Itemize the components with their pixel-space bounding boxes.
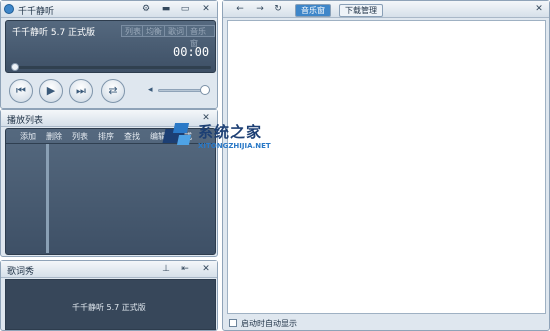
menu-add[interactable]: 添加 — [20, 131, 36, 142]
back-icon[interactable]: ← — [233, 3, 247, 15]
watermark-emblem-icon — [162, 121, 192, 147]
lyrics-close-button[interactable]: ✕ — [199, 263, 213, 275]
watermark-main-text: 系统之家 — [198, 123, 263, 141]
playlist-divider — [46, 144, 49, 253]
forward-icon[interactable]: → — [253, 3, 267, 15]
music-window-toolbar: ← → ↻ 音乐窗 下载管理 ✕ — [223, 1, 549, 18]
playlist-title: 播放列表 — [7, 116, 44, 126]
play-button[interactable]: ▶ — [39, 79, 63, 103]
menu-find[interactable]: 查找 — [124, 131, 140, 142]
equalizer-toggle-button[interactable]: 均衡 — [142, 25, 166, 37]
progress-track[interactable] — [11, 66, 211, 69]
volume-icon: ◂ — [148, 85, 153, 95]
app-logo-icon — [4, 4, 14, 14]
next-button[interactable]: ⏭ — [69, 79, 93, 103]
refresh-icon[interactable]: ↻ — [271, 3, 285, 15]
lyrics-text: 千千静听 5.7 正式版 — [72, 303, 146, 312]
menu-delete[interactable]: 删除 — [46, 131, 62, 142]
lyrics-title: 歌词秀 — [7, 267, 35, 277]
menu-list[interactable]: 列表 — [72, 131, 88, 142]
watermark-sub-text: XITONGZHIJIA.NET — [198, 142, 271, 150]
lyrics-options-icon[interactable]: ⊥ — [159, 263, 173, 275]
display-panel: 千千静听 5.7 正式版 列表 均衡 歌词 音乐窗 00:00 — [5, 20, 216, 73]
previous-button[interactable]: ⏮ — [9, 79, 33, 103]
lyrics-toggle-button[interactable]: 歌词 — [164, 25, 188, 37]
player-title: 千千静听 — [18, 7, 55, 17]
close-button[interactable]: ✕ — [199, 3, 213, 15]
volume-knob[interactable] — [200, 85, 210, 95]
web-content-area[interactable] — [227, 20, 546, 314]
watermark-logo: 系统之家 XITONGZHIJIA.NET — [160, 117, 300, 157]
lyrics-pin-icon[interactable]: ⇤ — [178, 263, 192, 275]
lyrics-window: 歌词秀 ⊥ ⇤ ✕ 千千静听 5.7 正式版 — [0, 260, 218, 331]
repeat-mode-button[interactable]: ⇄ — [101, 79, 125, 103]
music-window-toggle-button[interactable]: 音乐窗 — [186, 25, 215, 48]
music-window: ← → ↻ 音乐窗 下载管理 ✕ 启动时自动显示 — [222, 0, 550, 331]
autostart-checkbox[interactable] — [229, 319, 237, 327]
maximize-button[interactable]: ▭ — [178, 3, 192, 15]
progress-knob[interactable] — [11, 63, 19, 71]
lyrics-panel: 千千静听 5.7 正式版 — [5, 279, 216, 330]
song-name: 千千静听 5.7 正式版 — [12, 28, 96, 38]
music-window-close-button[interactable]: ✕ — [532, 3, 546, 15]
tab-download-manager[interactable]: 下载管理 — [339, 4, 383, 17]
player-title-bar: 千千静听 ⚙ ▬ ▭ ✕ — [1, 1, 217, 18]
autostart-label: 启动时自动显示 — [241, 319, 297, 328]
settings-icon[interactable]: ⚙ — [139, 3, 153, 15]
time-display: 00:00 — [173, 45, 210, 59]
tab-music-window[interactable]: 音乐窗 — [295, 4, 331, 17]
menu-sort[interactable]: 排序 — [98, 131, 114, 142]
lyrics-title-bar: 歌词秀 ⊥ ⇤ ✕ — [1, 261, 217, 278]
player-window: 千千静听 ⚙ ▬ ▭ ✕ 千千静听 5.7 正式版 列表 均衡 歌词 音乐窗 0… — [0, 0, 218, 109]
minimize-button[interactable]: ▬ — [159, 3, 173, 15]
